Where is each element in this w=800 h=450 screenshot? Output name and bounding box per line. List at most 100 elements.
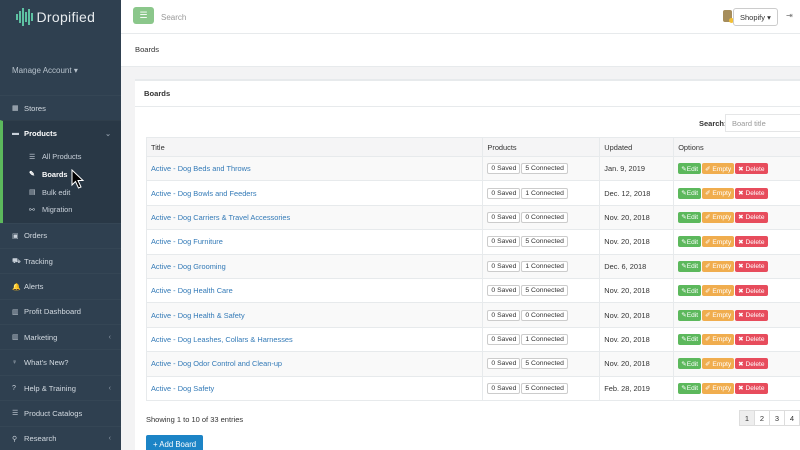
saved-count-badge: 0 Saved [487,309,521,321]
sidebar-item-help-training[interactable]: ? Help & Training ‹ [0,375,121,400]
empty-button[interactable]: ✐ Empty [702,187,735,199]
delete-button[interactable]: ✖ Delete [735,333,768,345]
board-title-cell: Active - Dog Grooming [145,253,484,279]
saved-count-badge: 0 Saved [487,163,521,175]
sidebar-subitem-all-products[interactable]: ☰ All Products [3,148,121,166]
sidebar-item-marketing[interactable]: ▥ Marketing ‹ [0,324,121,349]
board-title-link[interactable]: Active - Dog Bowls and Feeders [151,189,257,198]
boards-panel: Boards Search: Title Products Updated Op… [135,79,800,450]
board-title-link[interactable]: Active - Dog Beds and Throws [151,164,251,173]
manage-account-dropdown[interactable]: Manage Account ▾ [12,66,78,75]
sidebar-item-product-catalogs[interactable]: ☰ Product Catalogs [0,400,121,425]
sidebar-subitem-migration[interactable]: ⚯ Migration [3,201,121,219]
column-header-products[interactable]: Products [482,137,601,157]
logout-icon[interactable]: ⇥ [786,11,793,20]
delete-button[interactable]: ✖ Delete [735,285,768,297]
sidebar-subitem-bulk-edit[interactable]: ▤ Bulk edit [3,183,121,201]
edit-button[interactable]: ✎Edit [678,333,702,345]
empty-button[interactable]: ✐ Empty [702,358,735,370]
board-title-link[interactable]: Active - Dog Carriers & Travel Accessori… [151,213,290,222]
search-input[interactable] [161,11,361,23]
edit-button[interactable]: ✎Edit [678,309,702,321]
connected-count-badge: 5 Connected [521,285,568,297]
sidebar-item-label: Research [24,434,57,444]
updated-cell: Dec. 12, 2018 [599,180,675,206]
empty-button[interactable]: ✐ Empty [702,333,735,345]
delete-button[interactable]: ✖ Delete [735,309,768,321]
table-row: Active - Dog Odor Control and Clean-up 0 … [145,351,800,377]
board-title-cell: Active - Dog Safety [145,375,484,401]
delete-button[interactable]: ✖ Delete [735,211,768,223]
empty-button[interactable]: ✐ Empty [702,285,735,297]
edit-button[interactable]: ✎Edit [678,163,702,175]
page-button[interactable]: 3 [769,410,785,426]
connected-count-badge: 0 Connected [521,211,568,223]
column-header-updated[interactable]: Updated [599,137,675,157]
board-title-cell: Active - Dog Leashes, Collars & Harnesse… [145,326,484,353]
board-title-link[interactable]: Active - Dog Health Care [151,286,233,295]
sidebar-item-stores[interactable]: ▦ Stores [0,95,121,120]
brand-logo[interactable]: Dropified [16,6,95,28]
empty-button[interactable]: ✐ Empty [702,309,735,321]
delete-button[interactable]: ✖ Delete [735,163,768,175]
edit-button[interactable]: ✎Edit [678,285,702,297]
edit-button[interactable]: ✎Edit [678,211,702,223]
edit-button[interactable]: ✎Edit [678,358,702,370]
products-cell: 0 Saved 5 Connected [482,155,601,182]
empty-button[interactable]: ✐ Empty [702,382,735,394]
updated-cell: Nov. 20, 2018 [599,326,675,353]
options-cell: ✎Edit ✐ Empty ✖ Delete [673,351,800,377]
edit-button[interactable]: ✎Edit [678,382,702,394]
edit-button[interactable]: ✎Edit [678,236,702,248]
products-cell: 0 Saved 1 Connected [482,253,601,279]
products-cell: 0 Saved 0 Connected [482,204,601,231]
page-button[interactable]: 2 [754,410,770,426]
sidebar-item-label: Products [24,129,57,139]
empty-button[interactable]: ✐ Empty [702,163,735,175]
page-button[interactable]: 4 [784,410,800,426]
board-title-link[interactable]: Active - Dog Safety [151,384,214,393]
menu-toggle-button[interactable]: ☰ [133,7,154,24]
empty-button[interactable]: ✐ Empty [702,211,735,223]
delete-button[interactable]: ✖ Delete [735,382,768,394]
table-icon: ▤ [29,189,36,196]
board-title-cell: Active - Dog Carriers & Travel Accessori… [145,204,484,231]
sidebar-item-tracking[interactable]: ⛟ Tracking [0,248,121,273]
sidebar-item-profit-dashboard[interactable]: ▥ Profit Dashboard [0,299,121,324]
edit-button[interactable]: ✎Edit [678,187,702,199]
sidebar-item-research[interactable]: ⚲ Research ‹ [0,426,121,450]
page-button[interactable]: 1 [739,410,755,426]
board-title-link[interactable]: Active - Dog Odor Control and Clean-up [151,359,282,368]
store-selector-button[interactable]: Shopify ▾ [733,8,778,26]
pagination: 1 2 3 4 [739,410,800,426]
empty-button[interactable]: ✐ Empty [702,236,735,248]
delete-button[interactable]: ✖ Delete [735,236,768,248]
board-search-input[interactable] [725,114,800,132]
edit-button[interactable]: ✎Edit [678,260,702,272]
add-board-button[interactable]: + Add Board [146,435,204,450]
updated-cell: Jan. 9, 2019 [599,155,675,182]
delete-button[interactable]: ✖ Delete [735,260,768,272]
delete-button[interactable]: ✖ Delete [735,187,768,199]
sidebar-item-label: What's New? [24,358,69,368]
link-icon: ⚯ [29,206,35,214]
empty-button[interactable]: ✐ Empty [702,260,735,272]
grid-icon: ▦ [12,105,19,113]
lightbulb-icon: ♀ [12,359,18,367]
sidebar-subitem-boards[interactable]: ✎ Boards [3,165,121,183]
sidebar-item-whats-new[interactable]: ♀ What's New? [0,349,121,374]
board-title-link[interactable]: Active - Dog Leashes, Collars & Harnesse… [151,335,293,344]
delete-button[interactable]: ✖ Delete [735,358,768,370]
saved-count-badge: 0 Saved [487,285,521,297]
sidebar-item-products[interactable]: ▬ Products ⌄ [0,120,121,146]
column-header-title[interactable]: Title [145,137,484,157]
sidebar-item-label: Marketing [24,332,58,342]
board-title-cell: Active - Dog Health Care [145,277,484,304]
shopify-bag-icon [723,10,734,23]
sidebar-item-alerts[interactable]: 🔔 Alerts [0,273,121,298]
board-title-link[interactable]: Active - Dog Furniture [151,237,223,246]
sidebar-item-orders[interactable]: ▣ Orders [0,223,121,248]
table-row: Active - Dog Safety 0 Saved 5 Connected Feb… [145,375,800,401]
board-title-link[interactable]: Active - Dog Grooming [151,262,226,271]
board-title-link[interactable]: Active - Dog Health & Safety [151,311,245,320]
